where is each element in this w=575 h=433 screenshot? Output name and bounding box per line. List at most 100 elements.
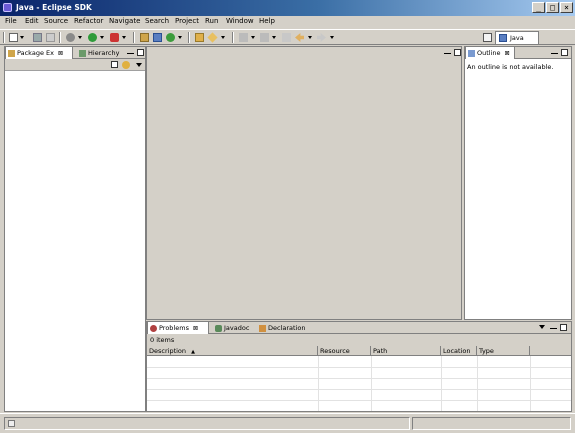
tab-package-explorer[interactable]: Package Ex ⊠ [5, 46, 73, 59]
menu-file[interactable]: File [5, 17, 17, 25]
link-with-editor-icon[interactable] [122, 61, 130, 69]
maximize-view-icon[interactable] [561, 49, 568, 56]
view-menu-chevron-down-icon[interactable] [136, 63, 142, 67]
new-class-icon[interactable] [166, 33, 175, 42]
menu-refactor[interactable]: Refactor [74, 17, 103, 25]
tab-declaration[interactable]: Declaration [257, 322, 313, 334]
java-perspective-icon [499, 34, 507, 42]
tab-javadoc-label: Javadoc [224, 324, 250, 332]
column-header-filler [530, 346, 571, 356]
menu-search[interactable]: Search [145, 17, 169, 25]
perspective-switcher: Java [481, 31, 573, 44]
external-tools-dropdown-icon[interactable] [122, 36, 126, 39]
minimize-view-icon[interactable] [551, 50, 558, 54]
tab-javadoc[interactable]: Javadoc [213, 322, 255, 334]
menu-source[interactable]: Source [44, 17, 68, 25]
hierarchy-icon [79, 50, 86, 57]
problems-view: Problems ⊠ Javadoc Declaration 0 items D… [146, 321, 572, 412]
tab-package-explorer-label: Package Ex [17, 49, 54, 57]
column-header-description[interactable]: Description ▲ [147, 346, 318, 356]
minimize-button[interactable]: _ [532, 2, 545, 13]
forward-arrow-icon[interactable] [317, 33, 326, 42]
fast-view-icon[interactable] [8, 420, 15, 427]
maximize-button[interactable]: □ [546, 2, 559, 13]
forward-dropdown-icon[interactable] [330, 36, 334, 39]
tab-outline-label: Outline [477, 49, 501, 57]
problems-tabbar: Problems ⊠ Javadoc Declaration [147, 321, 571, 334]
menu-navigate[interactable]: Navigate [109, 17, 140, 25]
back-arrow-icon[interactable] [295, 33, 304, 42]
debug-icon[interactable] [66, 33, 75, 42]
collapse-all-icon[interactable] [111, 61, 118, 68]
table-row-divider [147, 378, 571, 379]
status-bar [0, 413, 575, 433]
print-icon[interactable] [46, 33, 55, 42]
minimize-view-icon[interactable] [127, 50, 134, 54]
next-annotation-icon[interactable] [239, 33, 248, 42]
problems-table: Description ▲ Resource Path Location Typ… [147, 346, 571, 411]
outline-view: Outline ⊠ An outline is not available. [464, 46, 572, 320]
menu-bar: File Edit Source Refactor Navigate Searc… [0, 16, 575, 28]
table-column-divider [441, 356, 442, 411]
menu-run[interactable]: Run [205, 17, 218, 25]
tab-outline[interactable]: Outline ⊠ [465, 46, 515, 59]
eclipse-app-icon [3, 3, 12, 12]
menu-window[interactable]: Window [226, 17, 254, 25]
java-perspective-button[interactable]: Java [495, 31, 539, 44]
menu-help[interactable]: Help [259, 17, 275, 25]
editor-area[interactable] [146, 46, 462, 320]
last-edit-location-icon[interactable] [282, 33, 291, 42]
open-perspective-icon[interactable] [483, 33, 492, 42]
column-header-resource[interactable]: Resource [318, 346, 371, 356]
column-header-location[interactable]: Location [441, 346, 477, 356]
new-java-project-icon[interactable] [140, 33, 149, 42]
package-explorer-icon [8, 50, 15, 57]
problems-item-count: 0 items [147, 334, 571, 346]
declaration-icon [259, 325, 266, 332]
new-icon[interactable] [9, 33, 18, 42]
menu-edit[interactable]: Edit [25, 17, 39, 25]
editor-maximize-icon[interactable] [454, 49, 461, 56]
column-header-type[interactable]: Type [477, 346, 530, 356]
status-message-field [4, 417, 410, 430]
search-icon[interactable] [207, 32, 218, 43]
save-icon[interactable] [33, 33, 42, 42]
new-class-dropdown-icon[interactable] [178, 36, 182, 39]
column-header-path[interactable]: Path [371, 346, 441, 356]
previous-annotation-icon[interactable] [260, 33, 269, 42]
package-explorer-toolbar [5, 59, 145, 71]
view-menu-chevron-down-icon[interactable] [539, 325, 545, 329]
minimize-view-icon[interactable] [550, 325, 557, 329]
menu-project[interactable]: Project [175, 17, 199, 25]
outline-tabbar: Outline ⊠ [465, 46, 571, 59]
package-explorer-view: Package Ex ⊠ Hierarchy [4, 46, 146, 412]
previous-annotation-dropdown-icon[interactable] [272, 36, 276, 39]
back-dropdown-icon[interactable] [308, 36, 312, 39]
maximize-view-icon[interactable] [137, 49, 144, 56]
next-annotation-dropdown-icon[interactable] [251, 36, 255, 39]
tab-problems-label: Problems [159, 324, 189, 332]
toolbar-separator [133, 32, 135, 43]
external-tools-icon[interactable] [110, 33, 119, 42]
search-dropdown-icon[interactable] [221, 36, 225, 39]
close-icon[interactable]: ⊠ [505, 50, 510, 57]
editor-minimize-icon[interactable] [444, 50, 451, 54]
debug-dropdown-icon[interactable] [78, 36, 82, 39]
table-row-divider [147, 389, 571, 390]
new-dropdown-icon[interactable] [20, 36, 24, 39]
close-icon[interactable]: ⊠ [193, 325, 198, 332]
toolbar-separator [188, 32, 190, 43]
run-icon[interactable] [88, 33, 97, 42]
close-button[interactable]: × [560, 2, 573, 13]
column-header-description-label: Description [149, 347, 187, 355]
close-icon[interactable]: ⊠ [58, 50, 63, 57]
run-dropdown-icon[interactable] [100, 36, 104, 39]
tab-problems[interactable]: Problems ⊠ [147, 321, 209, 334]
title-bar[interactable]: Java - Eclipse SDK _ □ × [0, 0, 575, 16]
maximize-view-icon[interactable] [560, 324, 567, 331]
open-type-icon[interactable] [195, 33, 204, 42]
tab-hierarchy[interactable]: Hierarchy [77, 47, 125, 59]
sort-ascending-icon: ▲ [191, 349, 195, 355]
toolbar-grip[interactable] [3, 32, 5, 43]
new-package-icon[interactable] [153, 33, 162, 42]
